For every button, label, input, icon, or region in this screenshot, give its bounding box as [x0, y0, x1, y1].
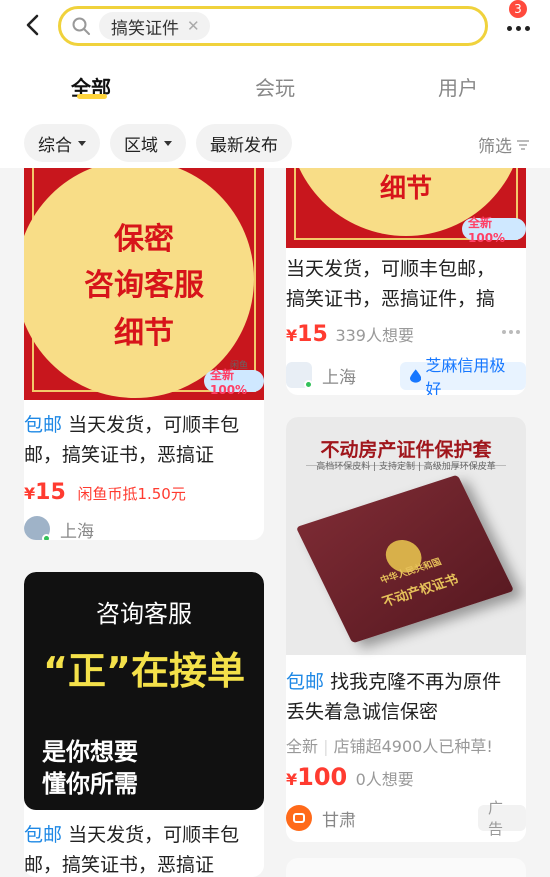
item-title-line2: 丢失着急诚信保密 — [286, 701, 439, 723]
image-text: 咨询客服 — [96, 600, 192, 628]
price-value: 15 — [297, 322, 328, 347]
item-title-line1: 找我克隆不再为原件 — [330, 671, 502, 693]
back-button[interactable] — [16, 8, 50, 42]
shop-note: 店铺超4900人已种草! — [333, 737, 493, 756]
item-price: ¥15 339人想要 — [286, 322, 414, 347]
product-card[interactable]: 不动房产证件保护套 高档环保皮料 | 支持定制 | 高级加厚环保皮革 中华人民共… — [286, 417, 526, 842]
more-dots-icon — [506, 25, 530, 31]
item-title[interactable]: 包邮 找我克隆不再为原件 丢失着急诚信保密 — [286, 667, 526, 727]
filter-sort[interactable]: 综合 — [24, 124, 100, 162]
product-card[interactable]: 细节 全新100% 当天发货，可顺丰包邮， 搞笑证书，恶搞证件，搞 ¥15 33… — [286, 150, 526, 395]
seller-info[interactable]: 上海 — [286, 362, 356, 389]
free-shipping-tag: 包邮 — [24, 414, 63, 436]
seller-location: 上海 — [322, 367, 356, 388]
ad-label: 广告 — [478, 799, 526, 838]
seller-info[interactable]: 上海 — [24, 516, 94, 540]
filter-sort-label: 综合 — [38, 135, 72, 156]
image-text: 是你想要 — [42, 738, 138, 766]
chevron-left-icon — [26, 14, 39, 36]
product-image: 保密 咨询客服 细节 全新100% 闲鱼 — [24, 150, 264, 400]
product-image: 咨询客服 “正”在接单 是你想要 懂你所需 — [24, 572, 264, 810]
item-title[interactable]: 包邮 当天发货，可顺丰包 邮，搞笑证书，恶搞证 — [24, 820, 264, 877]
item-title-line1: 当天发货，可顺丰包 — [68, 824, 240, 846]
new-condition-tag: 全新100% — [204, 368, 264, 397]
image-title: 不动房产证件保护套 — [320, 439, 492, 461]
tab-users[interactable]: 用户 — [438, 72, 478, 101]
product-card[interactable] — [286, 858, 526, 877]
filter-region-label: 区域 — [124, 135, 158, 156]
credit-text: 芝麻信用极好 — [425, 356, 506, 395]
certificate-book: 中华人民共和国 不动产权证书 — [295, 474, 515, 644]
tab-bar: 全部 会玩 用户 — [0, 62, 550, 110]
item-title-line2: 搞笑证书，恶搞证件，搞 — [286, 288, 496, 310]
item-title-line2: 邮，搞笑证书，恶搞证 — [24, 854, 215, 876]
drop-icon — [410, 369, 422, 383]
item-title[interactable]: 当天发货，可顺丰包邮， 搞笑证书，恶搞证件，搞 — [286, 254, 526, 314]
seller-avatar — [24, 516, 51, 540]
notification-badge: 3 — [509, 0, 527, 18]
coin-discount: 闲鱼币抵1.50元 — [77, 485, 186, 503]
filter-screen-button[interactable]: 筛选 — [478, 132, 530, 157]
free-shipping-tag: 包邮 — [286, 671, 325, 693]
seller-location: 甘肃 — [322, 810, 356, 831]
search-box[interactable]: 搞笑证件 ✕ — [58, 6, 488, 46]
clear-chip-icon[interactable]: ✕ — [187, 17, 200, 35]
product-card[interactable]: 咨询客服 “正”在接单 是你想要 懂你所需 包邮 当天发货，可顺丰包 邮，搞笑证… — [24, 572, 264, 877]
item-title-line1: 当天发货，可顺丰包 — [68, 414, 240, 436]
filter-latest-label: 最新发布 — [210, 135, 278, 156]
filter-lines-icon — [517, 139, 529, 150]
condition-label: 全新 — [286, 737, 319, 756]
tab-play[interactable]: 会玩 — [255, 72, 295, 101]
item-price: ¥15 闲鱼币抵1.50元 — [24, 480, 186, 505]
product-image: 不动房产证件保护套 高档环保皮料 | 支持定制 | 高级加厚环保皮革 中华人民共… — [286, 417, 526, 655]
search-term-chip[interactable]: 搞笑证件 ✕ — [99, 12, 210, 40]
filter-screen-label: 筛选 — [478, 137, 512, 157]
search-term-text: 搞笑证件 — [111, 18, 179, 39]
seller-avatar — [286, 805, 312, 831]
search-icon — [71, 16, 91, 36]
seller-info[interactable]: 甘肃 — [286, 805, 356, 831]
image-text: 懂你所需 — [42, 770, 138, 798]
image-text: 细节 — [114, 316, 174, 351]
image-text: 咨询客服 — [84, 268, 204, 303]
active-tab-indicator — [77, 94, 107, 99]
new-condition-tag: 全新100% — [462, 216, 526, 245]
wants-count: 339人想要 — [335, 326, 414, 345]
price-value: 100 — [297, 763, 348, 791]
caret-down-icon — [78, 140, 86, 146]
credit-badge: 芝麻信用极好 — [400, 356, 526, 395]
top-bar: 搞笑证件 ✕ 3 全部 会玩 用户 综合 区域 最新发布 筛选 — [0, 0, 550, 168]
item-meta: 全新 | 店铺超4900人已种草! — [286, 737, 493, 756]
wants-count: 0人想要 — [355, 770, 414, 789]
filter-bar: 综合 区域 最新发布 筛选 — [0, 124, 550, 164]
caret-down-icon — [164, 140, 172, 146]
seller-avatar — [286, 362, 313, 389]
image-text: 细节 — [379, 174, 432, 204]
item-title-line1: 当天发货，可顺丰包邮， — [286, 258, 496, 280]
filter-region[interactable]: 区域 — [110, 124, 186, 162]
item-title[interactable]: 包邮 当天发货，可顺丰包 邮，搞笑证书，恶搞证 — [24, 410, 264, 470]
filter-latest[interactable]: 最新发布 — [196, 124, 292, 162]
watermark-text: 闲鱼 — [230, 361, 249, 371]
image-text: 保密 — [114, 222, 174, 257]
image-text: “正”在接单 — [43, 649, 245, 693]
seller-location: 上海 — [60, 521, 94, 541]
item-title-line2: 邮，搞笑证书，恶搞证 — [24, 444, 215, 466]
price-value: 15 — [35, 480, 66, 505]
free-shipping-tag: 包邮 — [24, 824, 63, 846]
image-subtitle: 高档环保皮料 | 支持定制 | 高级加厚环保皮革 — [316, 462, 496, 472]
product-card[interactable]: 保密 咨询客服 细节 全新100% 闲鱼 包邮 当天发货，可顺丰包 邮，搞笑证书… — [24, 150, 264, 540]
item-price: ¥100 0人想要 — [286, 763, 414, 791]
item-more-icon[interactable] — [502, 330, 520, 334]
